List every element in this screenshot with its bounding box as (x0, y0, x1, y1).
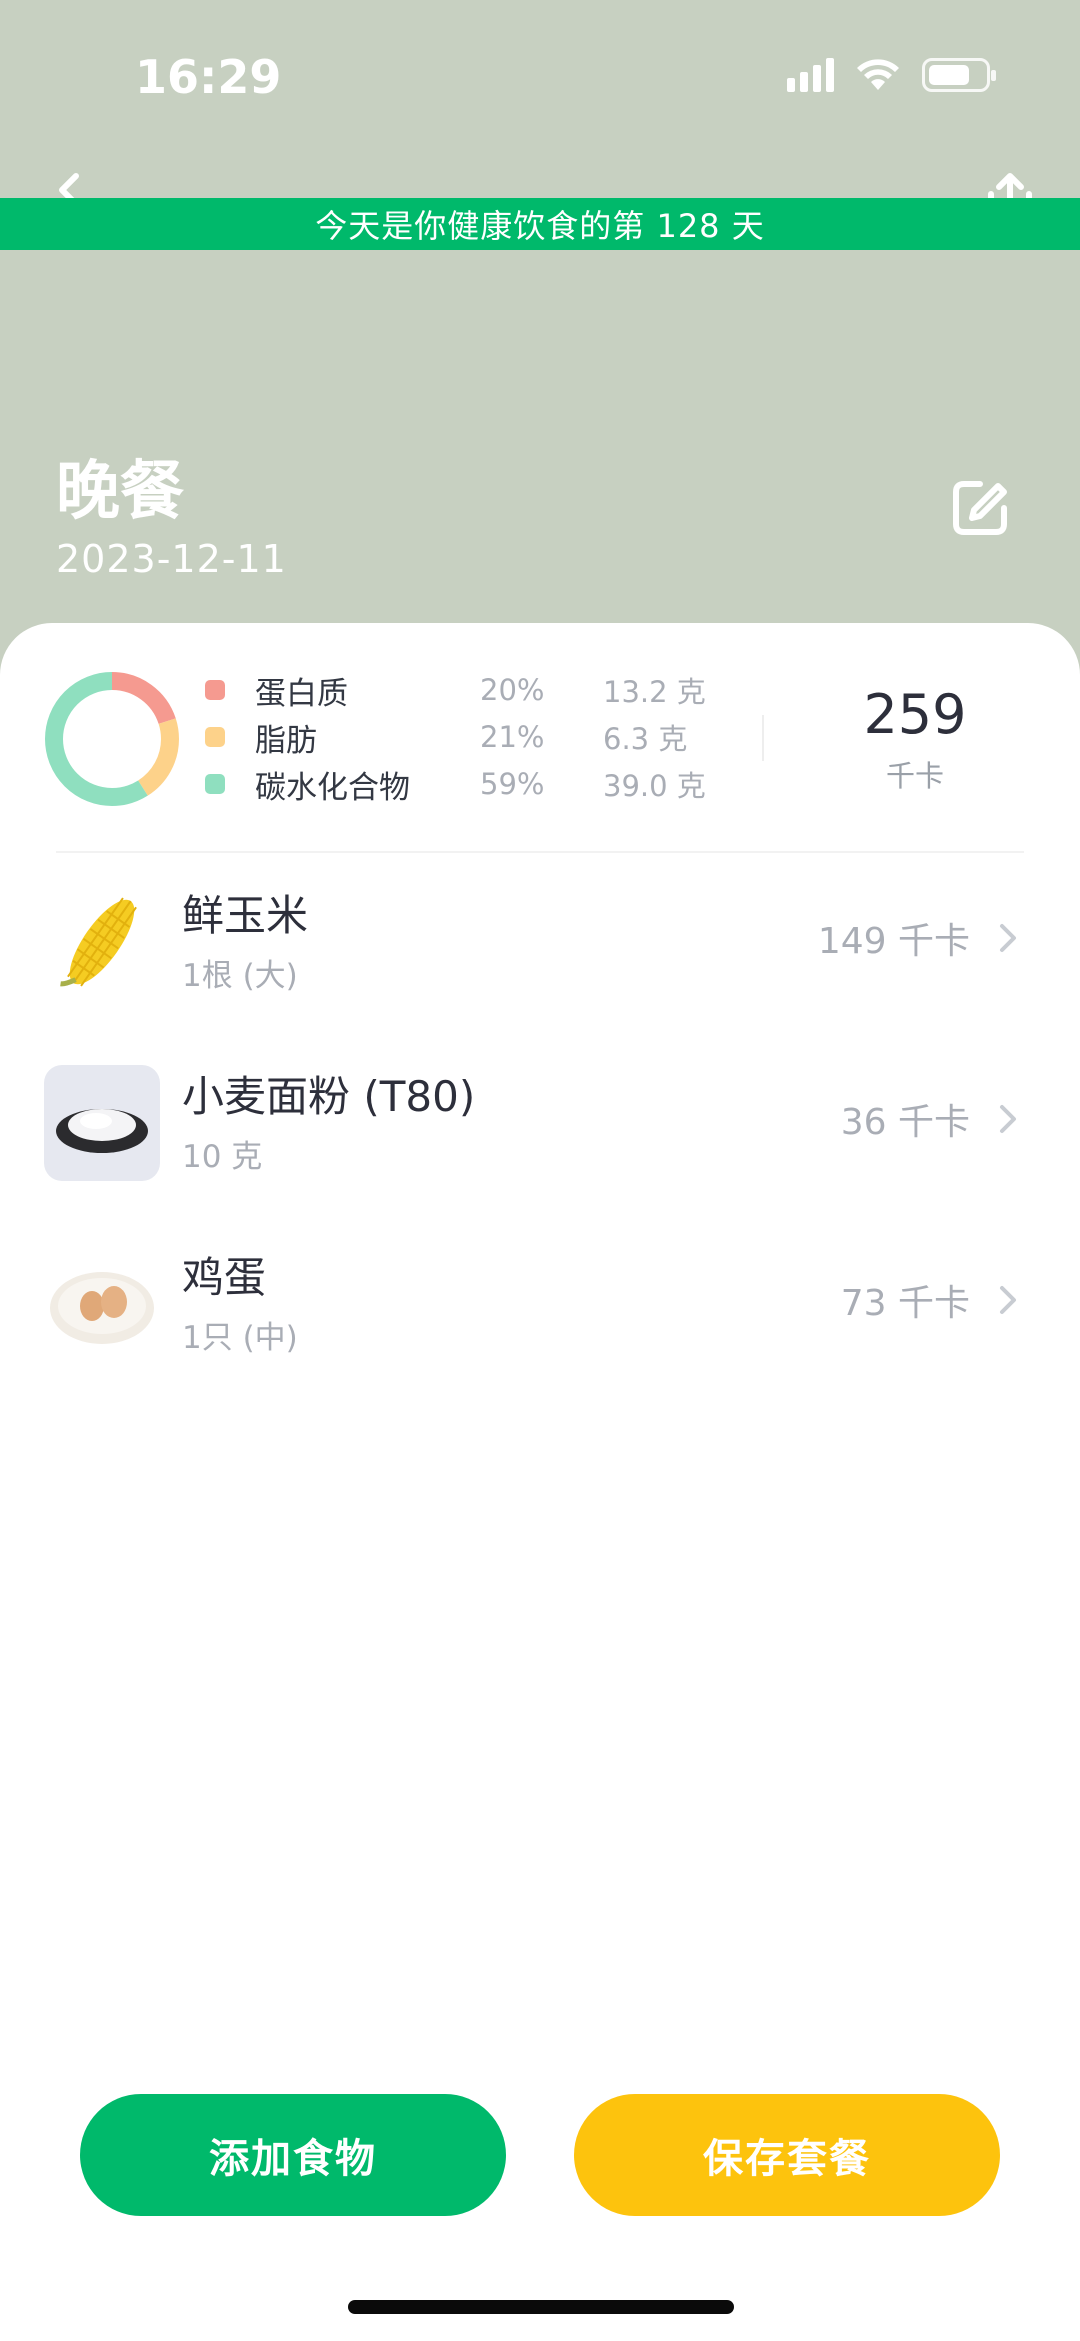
macro-row-carbs: 碳水化合物 59% 39.0 克 (205, 761, 723, 807)
meal-title: 晚餐 (56, 455, 184, 529)
food-portion: 10 克 (182, 1139, 263, 1175)
chevron-right-icon (1000, 1105, 1016, 1133)
food-item[interactable]: 鲜玉米 1根 (大) 149 千卡 (0, 870, 1080, 1020)
food-name: 鸡蛋 (182, 1253, 267, 1302)
streak-banner: 今天是你健康饮食的第 128 天 (0, 198, 1080, 250)
macro-row-fat: 脂肪 21% 6.3 克 (205, 714, 723, 760)
divider (56, 851, 1024, 853)
total-kcal: 259 (863, 683, 967, 746)
macro-grams: 6.3 克 (603, 722, 688, 756)
meal-date: 2023-12-11 (56, 537, 287, 581)
macro-donut-chart (45, 672, 179, 806)
nutrition-summary: 蛋白质 20% 13.2 克 脂肪 21% 6.3 克 碳水化合物 59% 39… (0, 623, 1080, 853)
macro-percent: 20% (480, 673, 545, 707)
edit-icon[interactable] (950, 478, 1010, 538)
fat-legend-dot (205, 727, 225, 747)
save-meal-button[interactable]: 保存套餐 (574, 2094, 1000, 2216)
food-kcal: 149 千卡 (817, 921, 970, 962)
add-food-button[interactable]: 添加食物 (80, 2094, 506, 2216)
chevron-right-icon (1000, 924, 1016, 952)
cellular-signal-icon (787, 58, 834, 92)
food-item[interactable]: 鸡蛋 1只 (中) 73 千卡 (0, 1232, 1080, 1382)
food-name: 鲜玉米 (182, 891, 309, 940)
wifi-icon (857, 59, 899, 90)
food-portion: 1只 (中) (182, 1320, 298, 1356)
total-kcal-unit: 千卡 (885, 759, 944, 793)
protein-legend-dot (205, 680, 225, 700)
status-icons (787, 58, 996, 92)
home-indicator[interactable] (348, 2300, 734, 2314)
food-kcal: 36 千卡 (840, 1102, 970, 1143)
macro-grams: 13.2 克 (603, 675, 706, 709)
food-portion: 1根 (大) (182, 958, 298, 994)
macro-grams: 39.0 克 (603, 769, 706, 803)
macro-percent: 21% (480, 720, 545, 754)
carbs-legend-dot (205, 774, 225, 794)
battery-icon (922, 58, 996, 92)
chevron-right-icon (1000, 1286, 1016, 1314)
corn-icon (44, 884, 160, 1000)
food-kcal: 73 千卡 (840, 1283, 970, 1324)
meal-card: 蛋白质 20% 13.2 克 脂肪 21% 6.3 克 碳水化合物 59% 39… (0, 623, 1080, 2341)
food-name: 小麦面粉 (T80) (182, 1072, 476, 1121)
macro-percent: 59% (480, 767, 545, 801)
eggs-icon (44, 1246, 160, 1362)
divider (762, 715, 764, 761)
flour-icon (44, 1065, 160, 1181)
food-item[interactable]: 小麦面粉 (T80) 10 克 36 千卡 (0, 1051, 1080, 1201)
screen: 16:29 今天是你健康饮食的第 128 天 晚餐 2023-12-11 蛋白质… (0, 0, 1080, 2341)
macro-name: 脂肪 (255, 722, 317, 759)
macro-name: 碳水化合物 (255, 769, 410, 806)
macro-name: 蛋白质 (255, 675, 348, 712)
macro-row-protein: 蛋白质 20% 13.2 克 (205, 667, 723, 713)
status-time: 16:29 (135, 50, 282, 104)
